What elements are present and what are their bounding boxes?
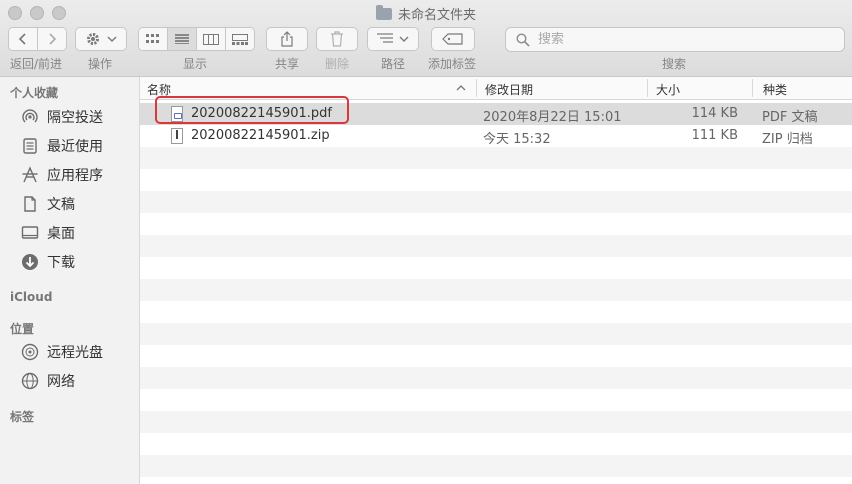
airdrop-icon <box>20 107 40 127</box>
path-label: 路径 <box>381 57 406 71</box>
sidebar-item-airdrop[interactable]: 隔空投送 <box>20 106 103 128</box>
empty-row <box>140 279 852 301</box>
finder-window: 未命名文件夹 返回/前进 操作 显示 共享 删除 路径 添加标签 搜索 搜索 个… <box>0 0 852 484</box>
sidebar-item-label: 网络 <box>47 374 75 390</box>
action-button[interactable] <box>75 27 127 51</box>
file-size: 111 KB <box>691 128 738 143</box>
sidebar-item-label: 最近使用 <box>47 139 103 155</box>
view-label: 显示 <box>183 57 208 71</box>
path-button[interactable] <box>367 27 419 51</box>
action-label: 操作 <box>88 57 113 71</box>
column-header-size[interactable]: 大小 <box>656 81 680 98</box>
add-tag-button[interactable] <box>431 27 475 51</box>
sidebar-item-label: 桌面 <box>47 226 75 242</box>
applications-icon <box>20 165 40 185</box>
tags-label: 添加标签 <box>428 57 477 71</box>
empty-row <box>140 191 852 213</box>
sidebar-item-label: 应用程序 <box>47 168 103 184</box>
downloads-icon <box>20 252 40 272</box>
sidebar-item-label: 下载 <box>47 255 75 271</box>
chevron-right-icon <box>49 33 57 45</box>
sidebar-item-remote-disc[interactable]: 远程光盘 <box>20 341 103 363</box>
empty-row <box>140 147 852 169</box>
sidebar-section-tags: 标签 <box>10 410 35 424</box>
desktop-icon <box>20 223 40 243</box>
empty-row <box>140 367 852 389</box>
gallery-view-button[interactable] <box>226 28 254 50</box>
share-button[interactable] <box>266 27 308 51</box>
column-header-modified[interactable]: 修改日期 <box>485 81 533 98</box>
sidebar-item-label: 远程光盘 <box>47 345 103 361</box>
file-modified: 今天 15:32 <box>483 132 551 147</box>
column-header-kind[interactable]: 种类 <box>763 81 787 98</box>
nav-label: 返回/前进 <box>10 57 63 71</box>
documents-icon <box>20 194 40 214</box>
file-kind: PDF 文稿 <box>762 110 818 125</box>
zip-file-icon <box>171 128 183 144</box>
share-label: 共享 <box>275 57 300 71</box>
sidebar-item-desktop[interactable]: 桌面 <box>20 222 75 244</box>
nav-buttons <box>8 27 67 53</box>
sidebar-section-icloud: iCloud <box>10 290 53 304</box>
file-list: 名称 修改日期 大小 种类 20200822145901.pdf 2020年8月… <box>140 77 852 484</box>
chevron-down-icon <box>107 36 117 42</box>
path-menu-icon <box>377 33 393 43</box>
file-name: 20200822145901.zip <box>191 128 330 143</box>
network-icon <box>20 371 40 391</box>
column-separator <box>752 79 753 97</box>
delete-label: 删除 <box>325 57 350 71</box>
columns-icon <box>203 33 219 45</box>
sidebar-item-applications[interactable]: 应用程序 <box>20 164 103 186</box>
gallery-icon <box>232 33 248 45</box>
search-label: 搜索 <box>662 57 687 71</box>
trash-icon <box>331 31 343 47</box>
chevron-down-icon <box>399 36 409 42</box>
highlight-box <box>155 96 349 124</box>
search-field[interactable] <box>505 27 845 52</box>
share-icon <box>281 31 293 47</box>
sidebar-item-label: 隔空投送 <box>47 110 103 126</box>
empty-row <box>140 323 852 345</box>
sidebar-item-downloads[interactable]: 下载 <box>20 251 75 273</box>
grid-icon <box>146 34 159 43</box>
file-size: 114 KB <box>691 106 738 121</box>
file-modified: 2020年8月22日 15:01 <box>483 110 622 125</box>
column-view-button[interactable] <box>197 28 226 50</box>
recents-icon <box>20 136 40 156</box>
list-view-button[interactable] <box>168 28 197 50</box>
column-separator <box>647 79 648 97</box>
sidebar-item-label: 文稿 <box>47 197 75 213</box>
empty-row <box>140 411 852 433</box>
forward-button[interactable] <box>38 28 66 50</box>
icon-view-button[interactable] <box>139 28 168 50</box>
sidebar-item-network[interactable]: 网络 <box>20 370 75 392</box>
sidebar-item-recents[interactable]: 最近使用 <box>20 135 103 157</box>
list-icon <box>175 34 189 44</box>
column-separator <box>476 79 477 97</box>
delete-button[interactable] <box>316 27 358 51</box>
sidebar-section-locations: 位置 <box>10 322 35 336</box>
window-title: 未命名文件夹 <box>0 4 852 23</box>
search-icon <box>516 32 530 47</box>
sidebar-item-documents[interactable]: 文稿 <box>20 193 75 215</box>
file-kind: ZIP 归档 <box>762 132 813 147</box>
sort-ascending-icon <box>456 85 466 91</box>
tag-icon <box>442 33 463 45</box>
table-row[interactable]: 20200822145901.zip 今天 15:32 111 KB ZIP 归… <box>140 125 852 147</box>
sidebar: 个人收藏 隔空投送 最近使用 应用程序 文稿 桌面 下载 iCloud 位置 远… <box>0 77 140 484</box>
remote-disc-icon <box>20 342 40 362</box>
sidebar-section-favorites: 个人收藏 <box>10 86 59 100</box>
empty-row <box>140 235 852 257</box>
search-input[interactable] <box>536 31 820 48</box>
chevron-left-icon <box>18 33 26 45</box>
back-button[interactable] <box>9 28 38 50</box>
toolbar: 未命名文件夹 返回/前进 操作 显示 共享 删除 路径 添加标签 搜索 搜索 <box>0 0 852 77</box>
gear-icon <box>87 33 99 45</box>
folder-icon <box>375 5 392 20</box>
empty-row <box>140 455 852 477</box>
